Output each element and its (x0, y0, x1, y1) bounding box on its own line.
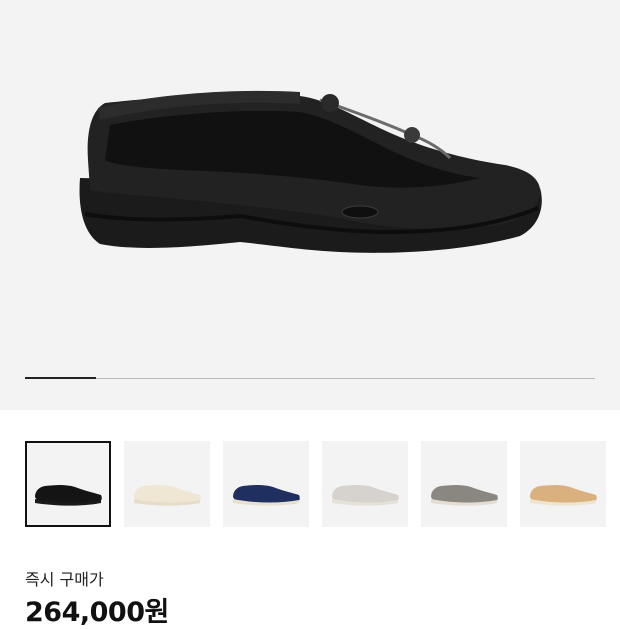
thumb-navy-sneaker[interactable] (223, 441, 309, 527)
black-shoe-image (79, 90, 542, 253)
shoe-thumbnail-image (332, 485, 399, 506)
instant-buy-price-value: 264,000원 (25, 597, 169, 628)
thumb-grey-maroon-sneaker[interactable] (322, 441, 408, 527)
thumb-cream-shoe[interactable] (124, 441, 210, 527)
shoe-thumbnail-image (134, 485, 201, 506)
carousel-progress-track (25, 377, 595, 379)
instant-buy-price-label: 즉시 구매가 (25, 570, 104, 589)
shoe-thumbnail-image (233, 485, 300, 506)
thumbnail-strip (25, 441, 620, 527)
shoe-thumbnail-image (35, 485, 102, 506)
thumb-tan-sneaker[interactable] (520, 441, 606, 527)
shoe-thumbnail-image (530, 485, 597, 506)
thumb-grey-sneaker[interactable] (421, 441, 507, 527)
carousel-progress-fill (25, 377, 97, 379)
thumb-black-shoe[interactable] (25, 441, 111, 527)
product-image-carousel[interactable] (0, 0, 620, 410)
shoe-thumbnail-image (431, 485, 498, 506)
